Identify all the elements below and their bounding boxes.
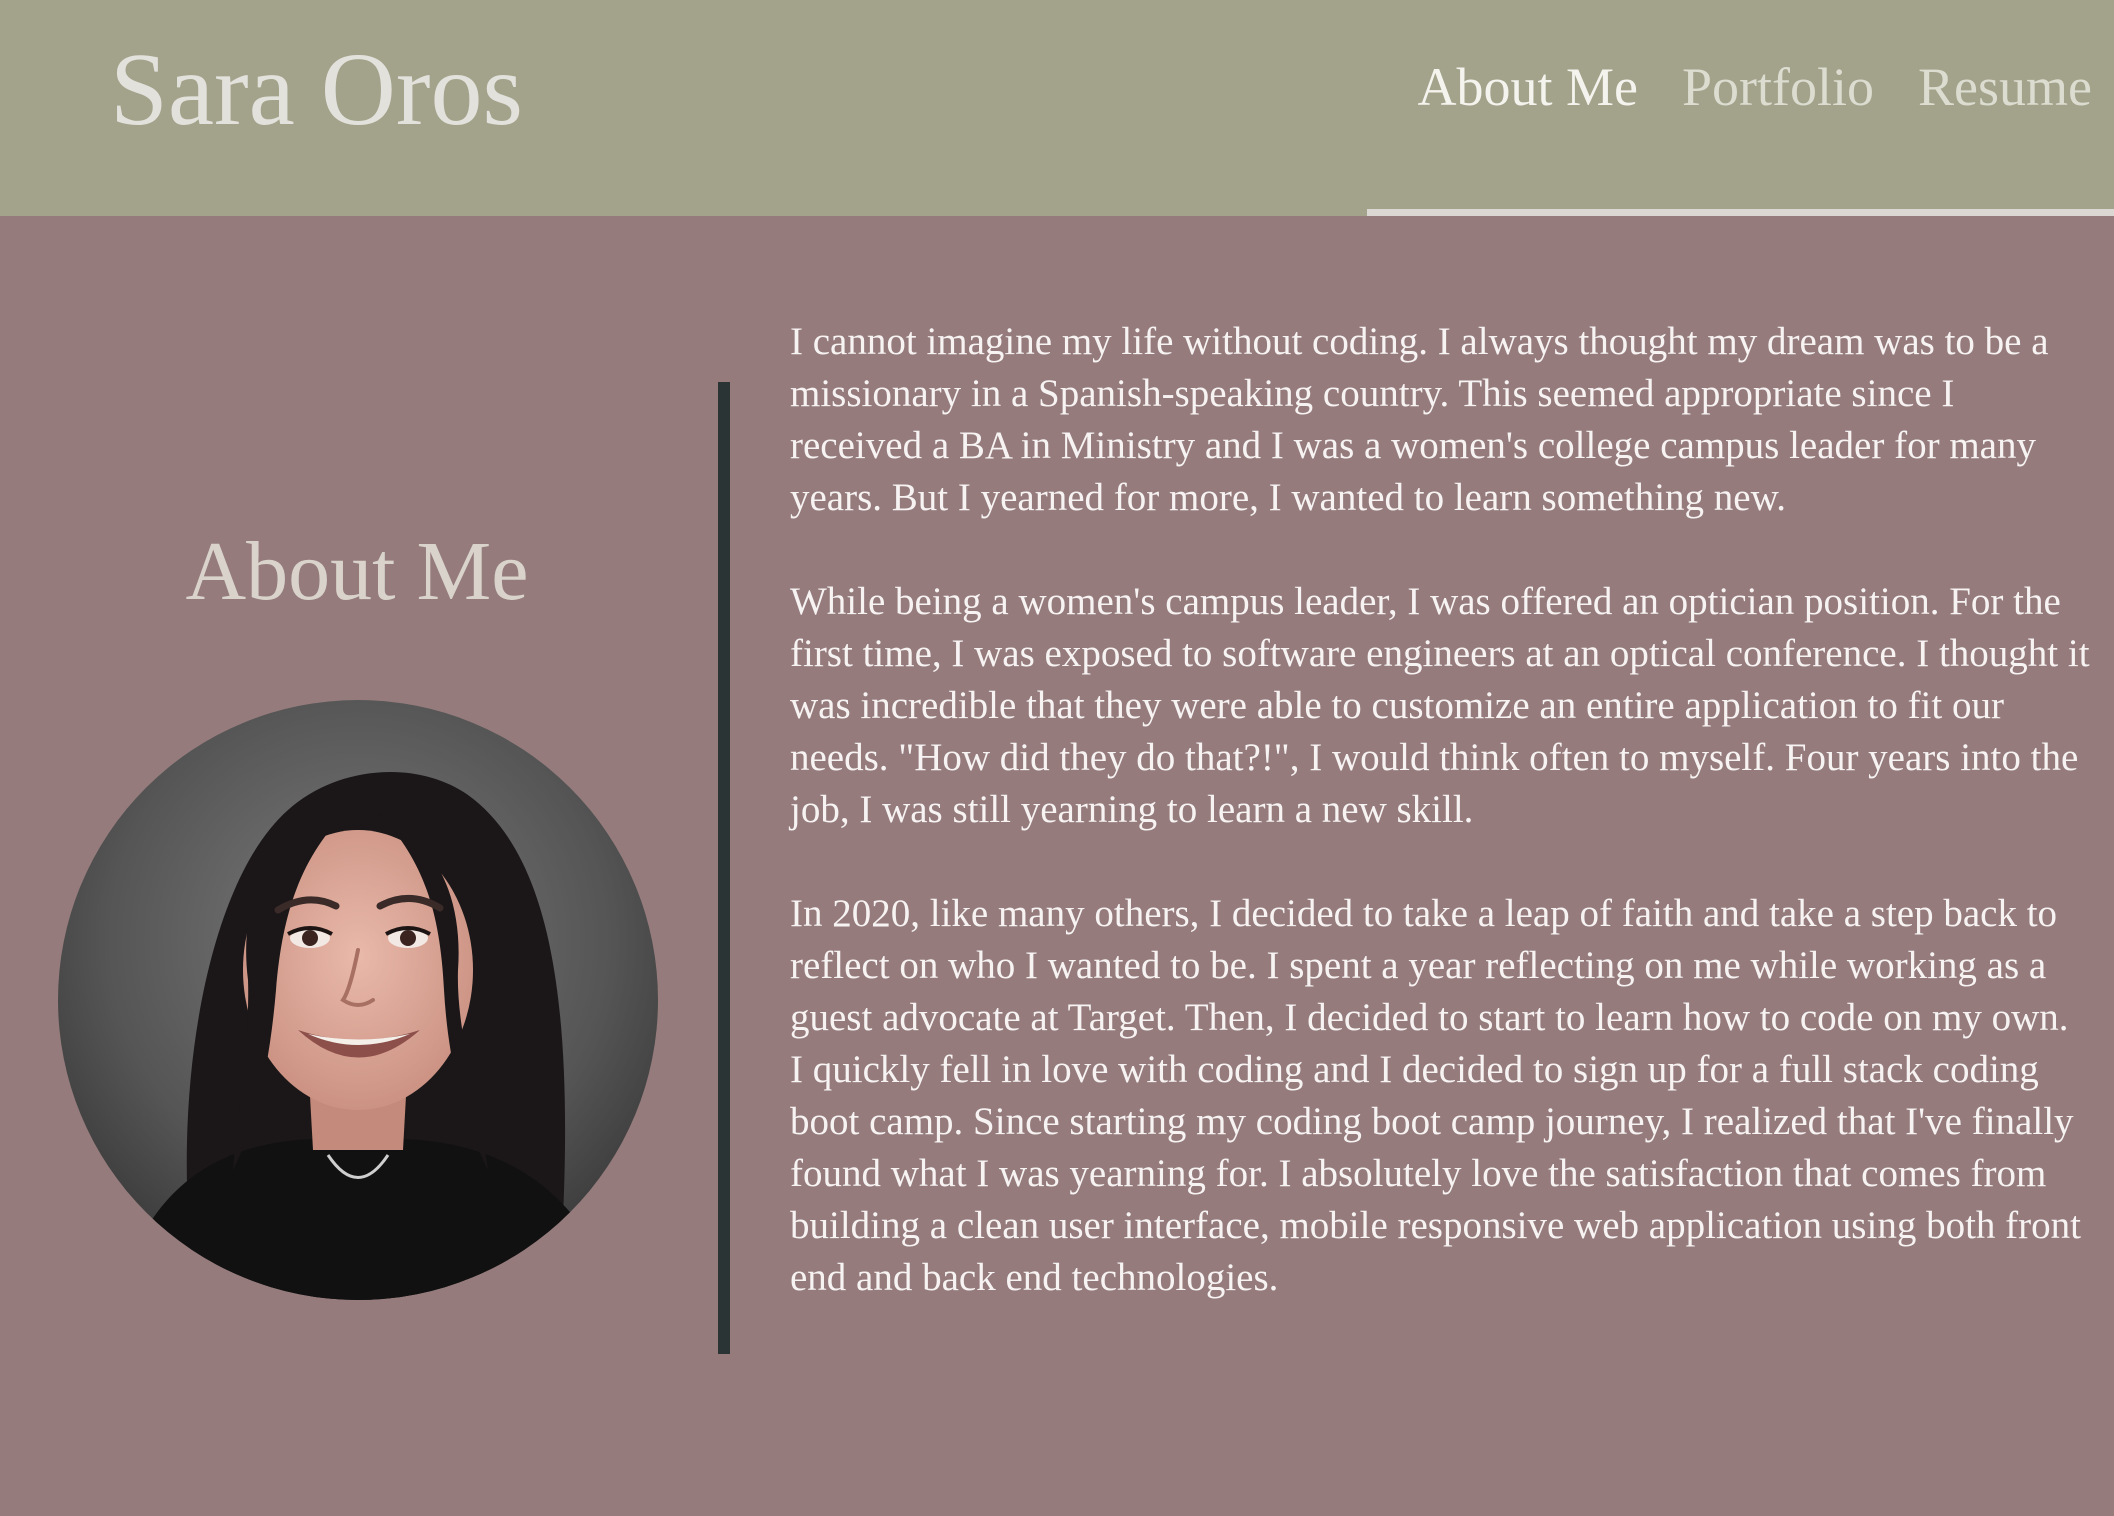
- site-brand[interactable]: Sara Oros: [110, 30, 523, 150]
- nav-link-portfolio[interactable]: Portfolio: [1660, 52, 1896, 122]
- about-heading: About Me: [185, 525, 529, 618]
- bio-paragraph-2: While being a women's campus leader, I w…: [790, 580, 2090, 831]
- vertical-divider: [718, 382, 730, 1354]
- bio-paragraph-3: In 2020, like many others, I decided to …: [790, 892, 2081, 1299]
- site-header: Sara Oros About Me Portfolio Resume: [0, 0, 2114, 216]
- bio-paragraph-1: I cannot imagine my life without coding.…: [790, 320, 2049, 519]
- nav-link-resume[interactable]: Resume: [1896, 52, 2114, 122]
- main-nav: About Me Portfolio Resume: [1396, 52, 2114, 122]
- active-nav-underline: [1367, 209, 2114, 216]
- portrait-photo: [58, 700, 658, 1300]
- nav-link-about-me[interactable]: About Me: [1396, 52, 1660, 122]
- bio-text: I cannot imagine my life without coding.…: [790, 316, 2090, 1356]
